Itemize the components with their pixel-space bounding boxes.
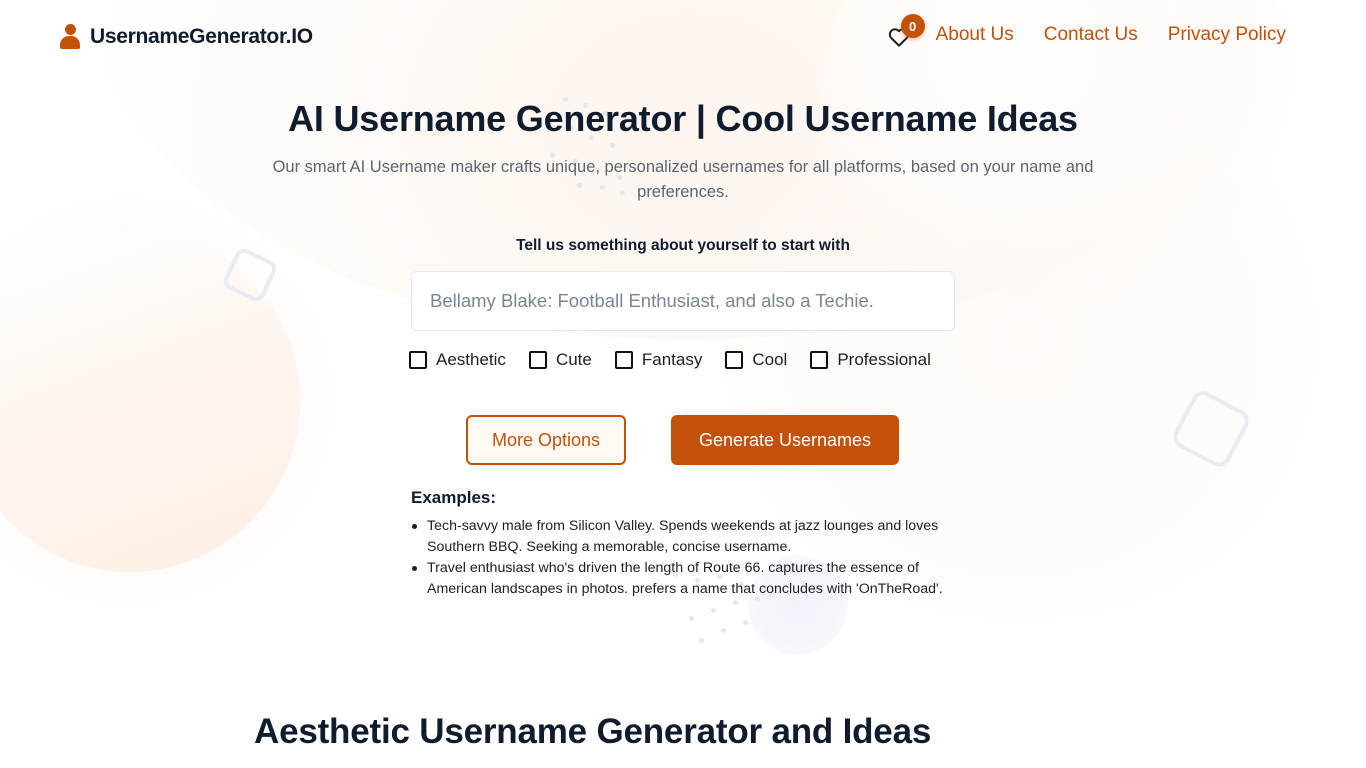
checkbox-label: Professional [837, 350, 931, 369]
checkbox-cool[interactable]: Cool [725, 350, 787, 370]
example-item: Tech-savvy male from Silicon Valley. Spe… [411, 516, 971, 558]
checkbox-box[interactable] [614, 351, 633, 369]
page-subtitle: Our smart AI Username maker crafts uniqu… [272, 158, 1094, 201]
decorative-square [1169, 387, 1253, 471]
checkbox-aesthetic[interactable]: Aesthetic [409, 350, 506, 370]
checkbox-cute[interactable]: Cute [528, 350, 592, 370]
background-circle-left [0, 230, 300, 572]
nav-link-contact-us[interactable]: Contact Us [1044, 24, 1138, 46]
examples-heading: Examples: [411, 488, 497, 507]
page-title: AI Username Generator | Cool Username Id… [288, 98, 1078, 139]
favorites-button[interactable]: 0 [886, 14, 925, 48]
main-nav: 0 About Us Contact Us Privacy Policy [886, 14, 1286, 48]
checkbox-label: Aesthetic [436, 350, 506, 369]
checkbox-box[interactable] [810, 351, 829, 369]
checkbox-label: Cute [555, 350, 592, 369]
style-checkboxes: Aesthetic Cute Fantasy Cool Professional [409, 350, 931, 370]
site-header: UsernameGenerator.IO 0 About Us Contact … [0, 0, 1366, 75]
generate-usernames-button[interactable]: Generate Usernames [671, 415, 899, 465]
checkbox-box[interactable] [409, 351, 427, 369]
checkbox-label: Cool [752, 350, 788, 369]
checkbox-box[interactable] [528, 351, 547, 369]
prompt-label: Tell us something about yourself to star… [516, 237, 850, 254]
favorites-count-badge: 0 [900, 14, 925, 38]
nav-link-privacy-policy[interactable]: Privacy Policy [1168, 24, 1286, 46]
example-item: Travel enthusiast who's driven the lengt… [411, 558, 971, 600]
checkbox-professional[interactable]: Professional [810, 350, 931, 370]
logo-link[interactable]: UsernameGenerator.IO [60, 24, 313, 50]
section-heading: Aesthetic Username Generator and Ideas [254, 712, 932, 751]
checkbox-box[interactable] [725, 351, 744, 369]
checkbox-label: Fantasy [641, 350, 703, 369]
more-options-button[interactable]: More Options [466, 415, 626, 465]
examples-list: Tech-savvy male from Silicon Valley. Spe… [411, 516, 971, 600]
about-yourself-input[interactable] [411, 271, 955, 331]
brand-name: UsernameGenerator.IO [90, 25, 313, 48]
nav-link-about-us[interactable]: About Us [936, 24, 1014, 46]
user-icon [60, 24, 80, 50]
checkbox-fantasy[interactable]: Fantasy [614, 350, 703, 370]
page: UsernameGenerator.IO 0 About Us Contact … [0, 0, 1366, 768]
